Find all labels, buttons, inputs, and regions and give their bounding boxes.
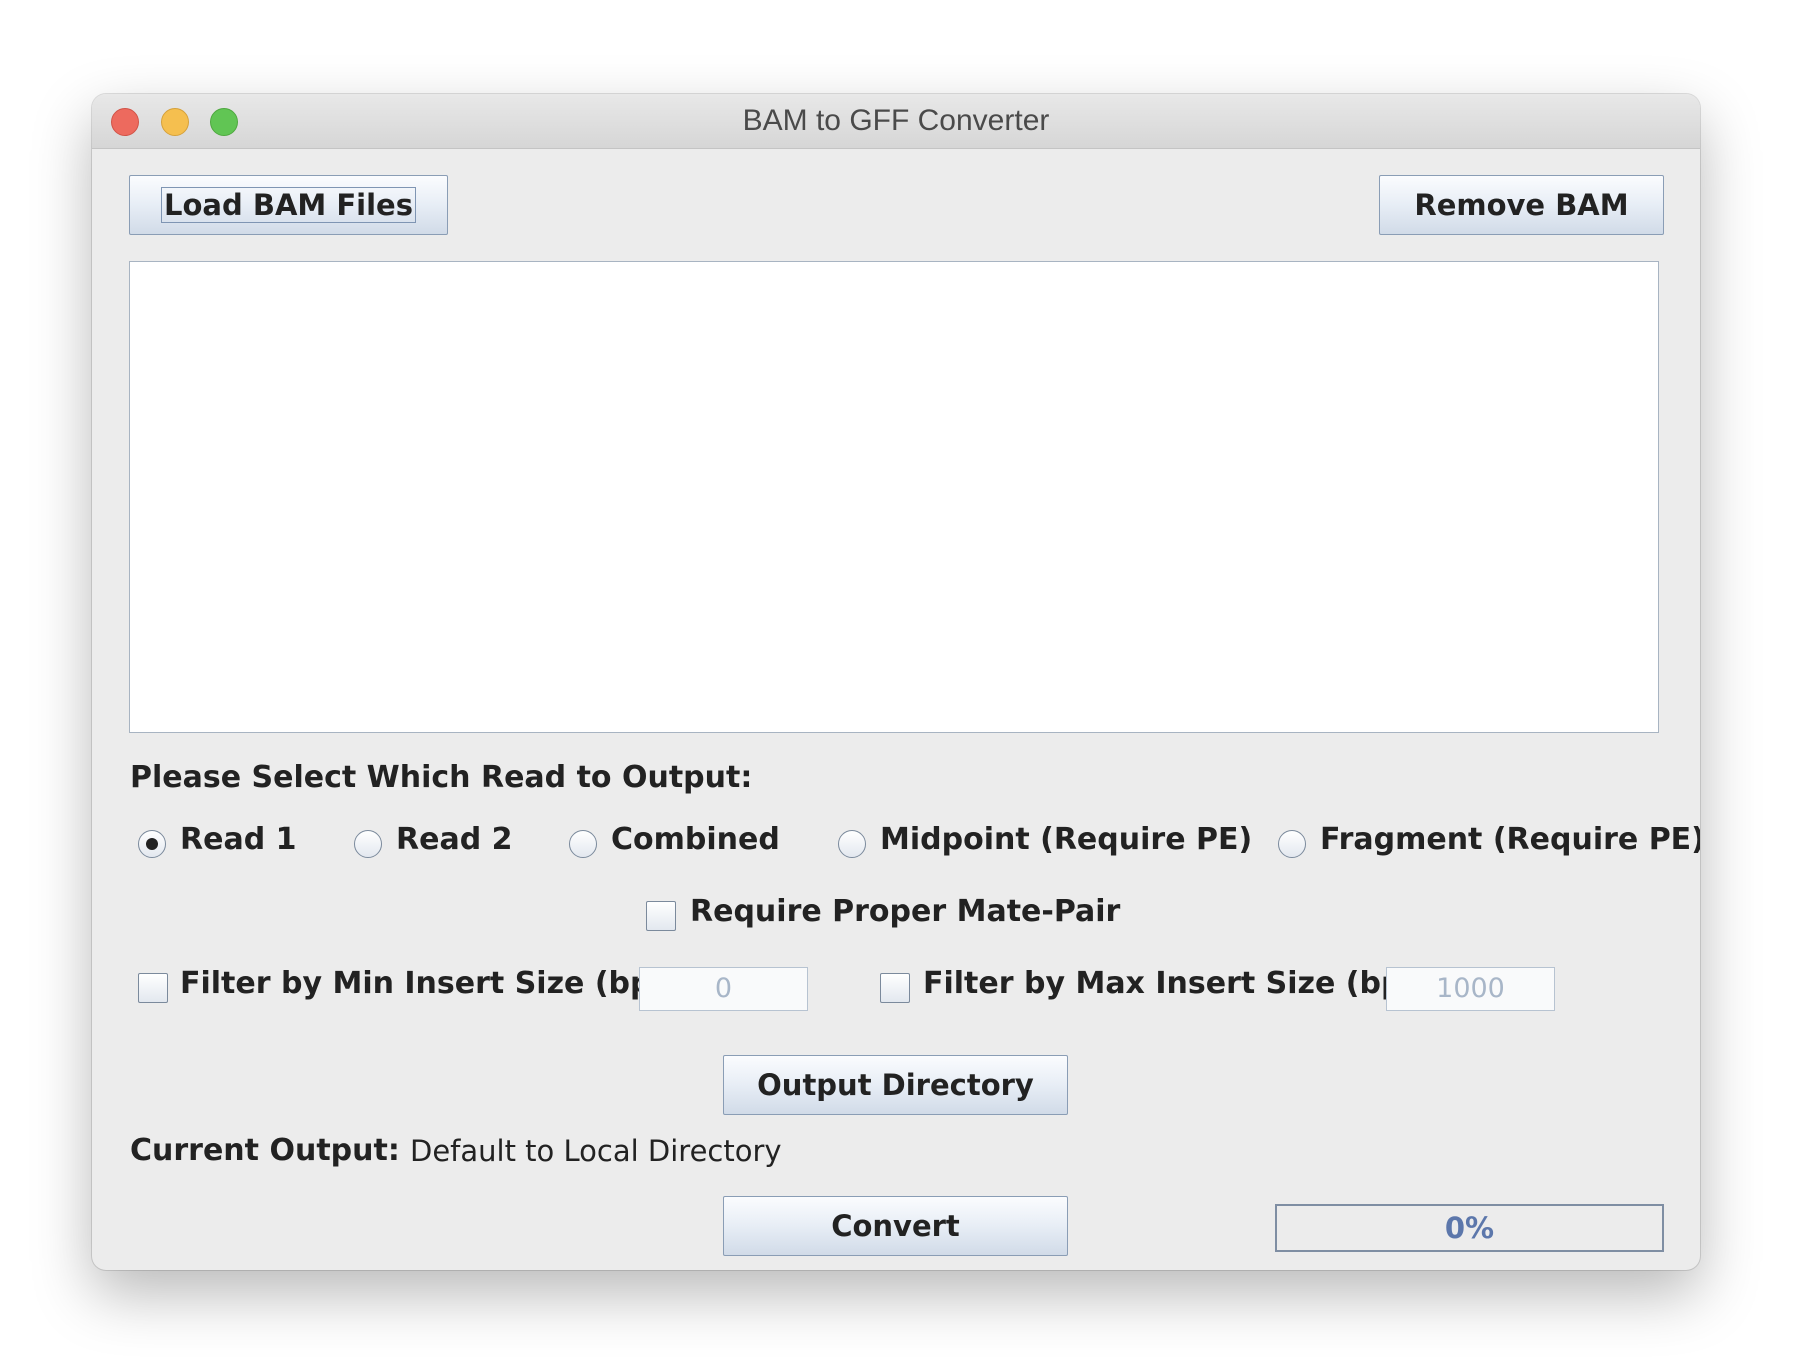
radio-read-2-label[interactable]: Read 2: [396, 822, 512, 857]
output-directory-button[interactable]: Output Directory: [723, 1055, 1068, 1115]
read-selection-heading: Please Select Which Read to Output:: [130, 760, 753, 795]
remove-bam-button[interactable]: Remove BAM: [1379, 175, 1664, 235]
conversion-progress-bar: 0%: [1275, 1204, 1664, 1252]
min-insert-input[interactable]: 0: [639, 967, 808, 1011]
bam-file-list[interactable]: [129, 261, 1659, 733]
convert-button[interactable]: Convert: [723, 1196, 1068, 1256]
radio-read-2[interactable]: [354, 830, 382, 858]
radio-selected-dot: [146, 838, 158, 850]
load-bam-files-button[interactable]: Load BAM Files: [129, 175, 448, 235]
radio-combined[interactable]: [569, 830, 597, 858]
require-mate-pair-checkbox[interactable]: [646, 901, 676, 931]
radio-midpoint-label[interactable]: Midpoint (Require PE): [880, 822, 1252, 857]
current-output-value: Default to Local Directory: [410, 1134, 782, 1168]
min-insert-checkbox[interactable]: [138, 973, 168, 1003]
radio-fragment-label[interactable]: Fragment (Require PE): [1320, 822, 1700, 857]
converter-window: BAM to GFF Converter Load BAM Files Remo…: [92, 94, 1700, 1270]
window-title: BAM to GFF Converter: [742, 104, 1050, 137]
radio-combined-label[interactable]: Combined: [611, 822, 780, 857]
max-insert-label[interactable]: Filter by Max Insert Size (bp): [923, 966, 1416, 1001]
radio-read-1-label[interactable]: Read 1: [180, 822, 296, 857]
require-mate-pair-label[interactable]: Require Proper Mate-Pair: [690, 894, 1120, 929]
radio-midpoint[interactable]: [838, 830, 866, 858]
progress-text: 0%: [1444, 1211, 1495, 1245]
current-output-label: Current Output:: [130, 1133, 400, 1168]
max-insert-checkbox[interactable]: [880, 973, 910, 1003]
max-insert-input[interactable]: 1000: [1386, 967, 1555, 1011]
radio-fragment[interactable]: [1278, 830, 1306, 858]
radio-read-1[interactable]: [138, 830, 166, 858]
min-insert-label[interactable]: Filter by Min Insert Size (bp): [180, 966, 665, 1001]
load-bam-files-label: Load BAM Files: [161, 187, 416, 223]
title-bar[interactable]: BAM to GFF Converter: [92, 94, 1700, 149]
